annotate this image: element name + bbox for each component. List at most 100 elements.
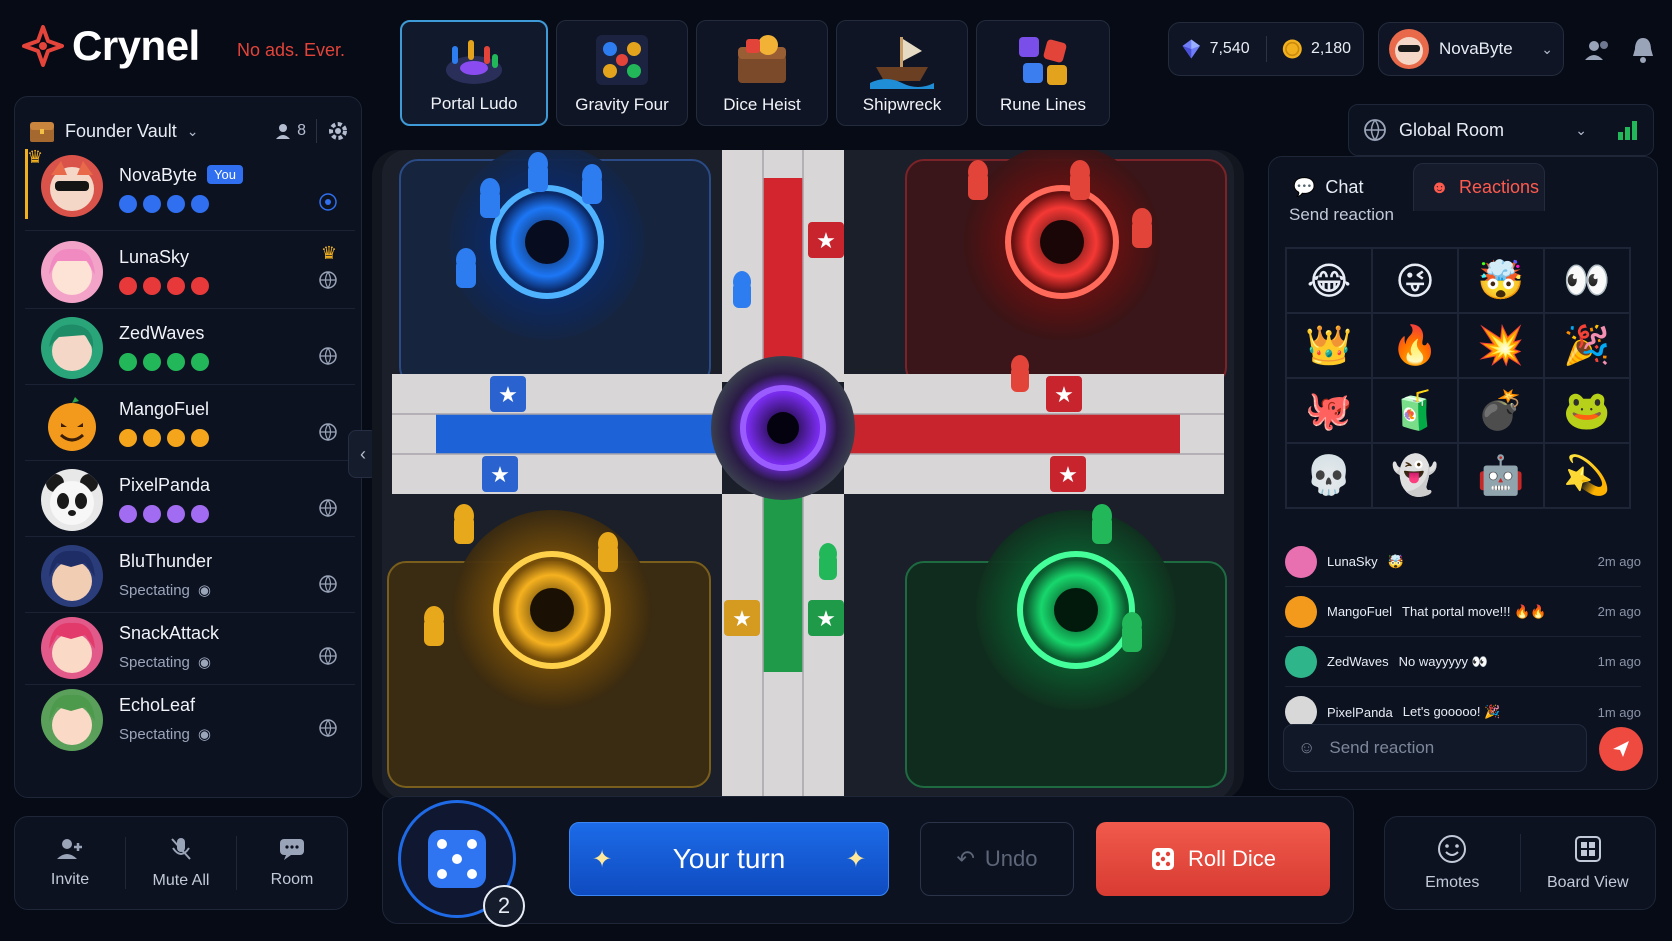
brand-logo[interactable]: Crynel	[22, 22, 200, 70]
emoji-button[interactable]: 😂	[1286, 248, 1372, 313]
board-view-button[interactable]: Board View	[1521, 834, 1656, 892]
chat-bubble-icon	[280, 839, 304, 860]
tab-label: Gravity Four	[575, 95, 669, 114]
emoji-button[interactable]: 😜	[1372, 248, 1458, 313]
friends-icon[interactable]	[1584, 38, 1612, 62]
dice-value: 2	[483, 885, 525, 927]
gem-count: 7,540	[1209, 40, 1250, 57]
token-dot	[143, 505, 161, 523]
dice-display[interactable]: 2	[398, 800, 525, 927]
emoji-button[interactable]: 🐸	[1544, 378, 1630, 443]
player-name: EchoLeaf	[119, 695, 196, 715]
tab-portal-ludo[interactable]: Portal Ludo	[400, 20, 548, 126]
tab-chat[interactable]: 💬 Chat	[1277, 163, 1407, 211]
reaction-input[interactable]: ☺ Send reaction	[1283, 724, 1587, 772]
globe-icon[interactable]	[319, 271, 337, 289]
players-panel: Founder Vault ⌄ 8 ♛ NovaByte You LunaSky…	[14, 96, 362, 798]
emoji-button[interactable]: 🔥	[1372, 313, 1458, 378]
ludo-board[interactable]: ★ ★ ★ ★ ★ ★ ★	[372, 144, 1244, 800]
brand-tagline: No ads. Ever.	[237, 40, 346, 60]
token-dot	[143, 353, 161, 371]
tab-dice-heist[interactable]: Dice Heist	[696, 20, 828, 126]
roll-dice-label: Roll Dice	[1187, 846, 1277, 871]
player-row[interactable]: BluThunder Spectating ◉	[25, 537, 355, 613]
message-text: That portal move!!! 🔥🔥	[1402, 603, 1547, 619]
reaction-input-placeholder: Send reaction	[1329, 738, 1435, 757]
globe-icon[interactable]	[319, 575, 337, 593]
player-row[interactable]: SnackAttack Spectating ◉	[25, 609, 355, 685]
player-row[interactable]: LunaSky ♛	[25, 233, 355, 309]
bell-icon[interactable]	[1630, 36, 1656, 64]
player-row[interactable]: ♛ NovaByte You	[25, 147, 355, 231]
sparkle-icon: ✦	[845, 845, 866, 873]
token-dot	[191, 505, 209, 523]
emoji-button[interactable]: 🐙	[1286, 378, 1372, 443]
player-row[interactable]: ZedWaves	[25, 309, 355, 385]
target-icon[interactable]	[319, 193, 337, 211]
player-row[interactable]: MangoFuel	[25, 385, 355, 461]
emoji-button[interactable]: 🤖	[1458, 443, 1544, 508]
token-dot	[167, 277, 185, 295]
token-dots	[119, 429, 209, 447]
token-dots	[119, 277, 209, 295]
portal-ludo-thumb-icon	[446, 40, 502, 84]
emoji-button[interactable]: 🧃	[1372, 378, 1458, 443]
chevron-down-icon: ⌄	[1575, 121, 1587, 138]
emoji-button[interactable]: 💥	[1458, 313, 1544, 378]
dice-heist-thumb-icon	[738, 35, 786, 83]
emoji-button[interactable]: 💫	[1544, 443, 1630, 508]
user-menu[interactable]: NovaByte ⌄	[1378, 22, 1564, 76]
token-dot	[119, 195, 137, 213]
tab-reactions[interactable]: ☻ Reactions	[1413, 163, 1545, 211]
emotes-label: Emotes	[1425, 874, 1480, 891]
room-actions: Invite Mute All Room	[14, 816, 348, 910]
emotes-button[interactable]: Emotes	[1385, 834, 1521, 892]
emoji-button[interactable]: 👑	[1286, 313, 1372, 378]
avatar	[41, 241, 103, 303]
emoji-button[interactable]: 🤯	[1458, 248, 1544, 313]
globe-icon[interactable]	[319, 499, 337, 517]
emoji-button[interactable]: 💀	[1286, 443, 1372, 508]
globe-icon[interactable]	[319, 719, 337, 737]
member-count-value: 8	[297, 122, 306, 139]
avatar	[1285, 545, 1317, 578]
player-name: MangoFuel	[119, 399, 210, 419]
message-text: Let's gooooo! 🎉	[1402, 704, 1501, 719]
globe-icon[interactable]	[319, 647, 337, 665]
undo-label: Undo	[984, 846, 1038, 871]
send-button[interactable]	[1599, 727, 1643, 771]
tab-gravity-four[interactable]: Gravity Four	[556, 20, 688, 126]
emoji-button[interactable]: 🎉	[1544, 313, 1630, 378]
spectating-status: Spectating ◉	[119, 581, 211, 600]
shipwreck-thumb-icon	[870, 37, 934, 89]
globe-icon[interactable]	[319, 347, 337, 365]
room-button[interactable]: Room	[237, 837, 347, 889]
currency-wallet[interactable]: 7,540 2,180	[1168, 22, 1364, 76]
room-selector[interactable]: Global Room ⌄	[1348, 104, 1654, 156]
token-dot	[167, 505, 185, 523]
tab-reactions-label: Reactions	[1458, 177, 1539, 197]
spectating-status: Spectating ◉	[119, 653, 211, 672]
gear-icon[interactable]	[327, 120, 349, 142]
tab-shipwreck[interactable]: Shipwreck	[836, 20, 968, 126]
status-label: Spectating	[119, 581, 190, 599]
you-badge: You	[207, 165, 243, 184]
mute-all-button[interactable]: Mute All	[126, 836, 237, 890]
vault-title[interactable]: Founder Vault	[65, 121, 177, 142]
globe-icon[interactable]	[319, 423, 337, 441]
svg-text:★: ★	[490, 463, 510, 488]
undo-button[interactable]: ↶ Undo	[920, 822, 1074, 896]
emoji-button[interactable]: 👀	[1544, 248, 1630, 313]
status-label: Spectating	[119, 725, 190, 743]
chevron-down-icon[interactable]: ⌄	[187, 123, 199, 140]
treasure-chest-icon	[30, 122, 54, 142]
tab-rune-lines[interactable]: Rune Lines	[976, 20, 1110, 126]
player-row[interactable]: EchoLeaf Spectating ◉	[25, 681, 355, 757]
player-row[interactable]: PixelPanda	[25, 461, 355, 537]
token-dot	[143, 277, 161, 295]
status-label: Spectating	[119, 653, 190, 671]
invite-button[interactable]: Invite	[15, 837, 126, 889]
emoji-button[interactable]: 👻	[1372, 443, 1458, 508]
emoji-button[interactable]: 💣	[1458, 378, 1544, 443]
roll-dice-button[interactable]: Roll Dice	[1096, 822, 1330, 896]
